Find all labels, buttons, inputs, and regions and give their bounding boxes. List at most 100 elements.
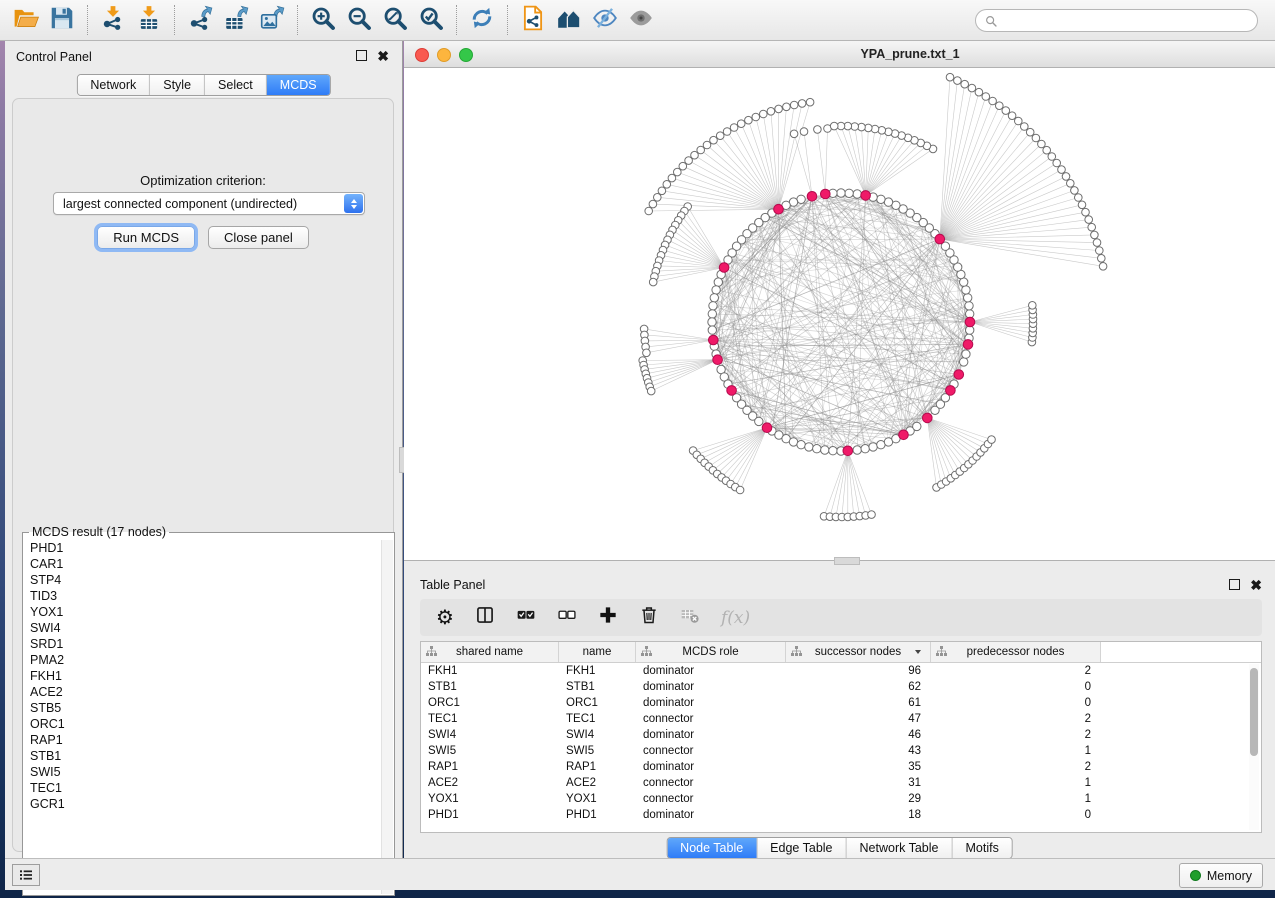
close-window-icon[interactable] (415, 48, 429, 62)
mcds-result-item[interactable]: SWI4 (30, 620, 394, 636)
eye-slash-icon (592, 5, 618, 36)
mcds-result-item[interactable]: STP4 (30, 572, 394, 588)
apply-preferred-layout-button[interactable] (464, 2, 500, 38)
tab-motifs[interactable]: Motifs (952, 838, 1011, 858)
horizontal-splitter-handle[interactable] (834, 557, 860, 565)
search-input[interactable] (1002, 13, 1249, 29)
zoom-fit-button[interactable] (377, 2, 413, 38)
zoom-selected-button[interactable] (413, 2, 449, 38)
network-window-titlebar[interactable]: YPA_prune.txt_1 (404, 41, 1275, 68)
table-row[interactable]: PHD1PHD1dominator180 (421, 807, 1261, 823)
table-row[interactable]: SWI4SWI4dominator462 (421, 727, 1261, 743)
result-scrollbar[interactable] (381, 540, 393, 894)
tab-edge-table[interactable]: Edge Table (757, 838, 846, 858)
mcds-result-item[interactable]: TEC1 (30, 780, 394, 796)
open-session-button[interactable] (8, 2, 44, 38)
import-network-button[interactable] (95, 2, 131, 38)
network-overview-button[interactable] (551, 2, 587, 38)
hide-graphics-details-button[interactable] (587, 2, 623, 38)
zoom-out-button[interactable] (341, 2, 377, 38)
cell-predecessor-nodes: 1 (931, 777, 1101, 789)
toolbar-icon-group (8, 0, 659, 40)
search-box[interactable] (975, 9, 1258, 32)
mcds-result-item[interactable]: SRD1 (30, 636, 394, 652)
mcds-result-item[interactable]: SWI5 (30, 764, 394, 780)
save-session-button[interactable] (44, 2, 80, 38)
column-header-MCDS-role[interactable]: MCDS role (636, 642, 786, 662)
table-scrollbar[interactable] (1249, 664, 1259, 830)
close-panel-button[interactable]: Close panel (208, 226, 309, 249)
zoom-out-icon (346, 5, 372, 36)
tab-node-table[interactable]: Node Table (667, 838, 757, 858)
tab-network[interactable]: Network (77, 75, 150, 95)
network-file-icon (520, 5, 546, 36)
export-table-button[interactable] (218, 2, 254, 38)
export-network-button[interactable] (182, 2, 218, 38)
table-row[interactable]: ORC1ORC1dominator610 (421, 695, 1261, 711)
export-image-icon (259, 5, 285, 36)
delete-columns-button[interactable] (639, 606, 659, 630)
columns-icon (475, 605, 495, 630)
run-mcds-button[interactable]: Run MCDS (97, 226, 195, 249)
cell-shared-name: ORC1 (421, 697, 559, 709)
mcds-result-item[interactable]: PMA2 (30, 652, 394, 668)
delete-table-button (680, 606, 700, 630)
mcds-result-item[interactable]: ORC1 (30, 716, 394, 732)
network-canvas[interactable] (404, 68, 1275, 560)
cell-predecessor-nodes: 2 (931, 665, 1101, 677)
show-columns-button[interactable] (475, 606, 495, 630)
tab-style[interactable]: Style (150, 75, 205, 95)
close-panel-icon[interactable]: ✖ (1250, 580, 1262, 590)
table-row[interactable]: SWI5SWI5connector431 (421, 743, 1261, 759)
export-network-icon (187, 5, 213, 36)
optimization-criterion-select[interactable]: largest connected component (undirected) (53, 192, 365, 215)
deselect-all-rows-button[interactable] (557, 606, 577, 630)
import-table-button[interactable] (131, 2, 167, 38)
mcds-result-item[interactable]: STB1 (30, 748, 394, 764)
mcds-result-title: MCDS result (17 nodes) (29, 525, 169, 539)
table-row[interactable]: STB1STB1dominator620 (421, 679, 1261, 695)
mcds-button-row: Run MCDS Close panel (13, 226, 393, 249)
mcds-result-item[interactable]: GCR1 (30, 796, 394, 812)
mcds-result-item[interactable]: STB5 (30, 700, 394, 716)
table-row[interactable]: RAP1RAP1dominator352 (421, 759, 1261, 775)
new-network-from-selection-button[interactable] (515, 2, 551, 38)
column-header-name[interactable]: name (559, 642, 636, 662)
cell-predecessor-nodes: 1 (931, 745, 1101, 757)
table-row[interactable]: TEC1TEC1connector472 (421, 711, 1261, 727)
show-graphics-details-button[interactable] (623, 2, 659, 38)
mcds-result-item[interactable]: ACE2 (30, 684, 394, 700)
mcds-result-item[interactable]: FKH1 (30, 668, 394, 684)
table-row[interactable]: ACE2ACE2connector311 (421, 775, 1261, 791)
task-history-button[interactable] (12, 864, 40, 886)
table-mode-button[interactable]: ⚙ (436, 606, 454, 630)
float-panel-icon[interactable] (356, 50, 367, 61)
mcds-result-item[interactable]: TID3 (30, 588, 394, 604)
table-row[interactable]: YOX1YOX1connector291 (421, 791, 1261, 807)
close-panel-icon[interactable]: ✖ (377, 51, 389, 61)
mcds-result-item[interactable]: YOX1 (30, 604, 394, 620)
tab-network-table[interactable]: Network Table (847, 838, 953, 858)
cell-MCDS-role: dominator (636, 809, 786, 821)
table-row[interactable]: FKH1FKH1dominator962 (421, 663, 1261, 679)
create-column-button[interactable] (598, 606, 618, 630)
memory-button[interactable]: Memory (1179, 863, 1263, 888)
cell-MCDS-role: connector (636, 713, 786, 725)
column-header-successor-nodes[interactable]: successor nodes (786, 642, 931, 662)
mcds-result-item[interactable]: CAR1 (30, 556, 394, 572)
mcds-result-item[interactable]: RAP1 (30, 732, 394, 748)
maximize-window-icon[interactable] (459, 48, 473, 62)
mcds-result-item[interactable]: PHD1 (30, 540, 394, 556)
cell-successor-nodes: 46 (786, 729, 931, 741)
select-all-rows-button[interactable] (516, 606, 536, 630)
toolbar-separator (174, 5, 175, 35)
tab-select[interactable]: Select (205, 75, 267, 95)
float-panel-icon[interactable] (1229, 579, 1240, 590)
column-header-shared-name[interactable]: shared name (421, 642, 559, 662)
minimize-window-icon[interactable] (437, 48, 451, 62)
zoom-in-button[interactable] (305, 2, 341, 38)
table-scrollbar-thumb[interactable] (1250, 668, 1258, 756)
tab-mcds[interactable]: MCDS (267, 75, 330, 95)
column-header-predecessor-nodes[interactable]: predecessor nodes (931, 642, 1101, 662)
export-image-button[interactable] (254, 2, 290, 38)
